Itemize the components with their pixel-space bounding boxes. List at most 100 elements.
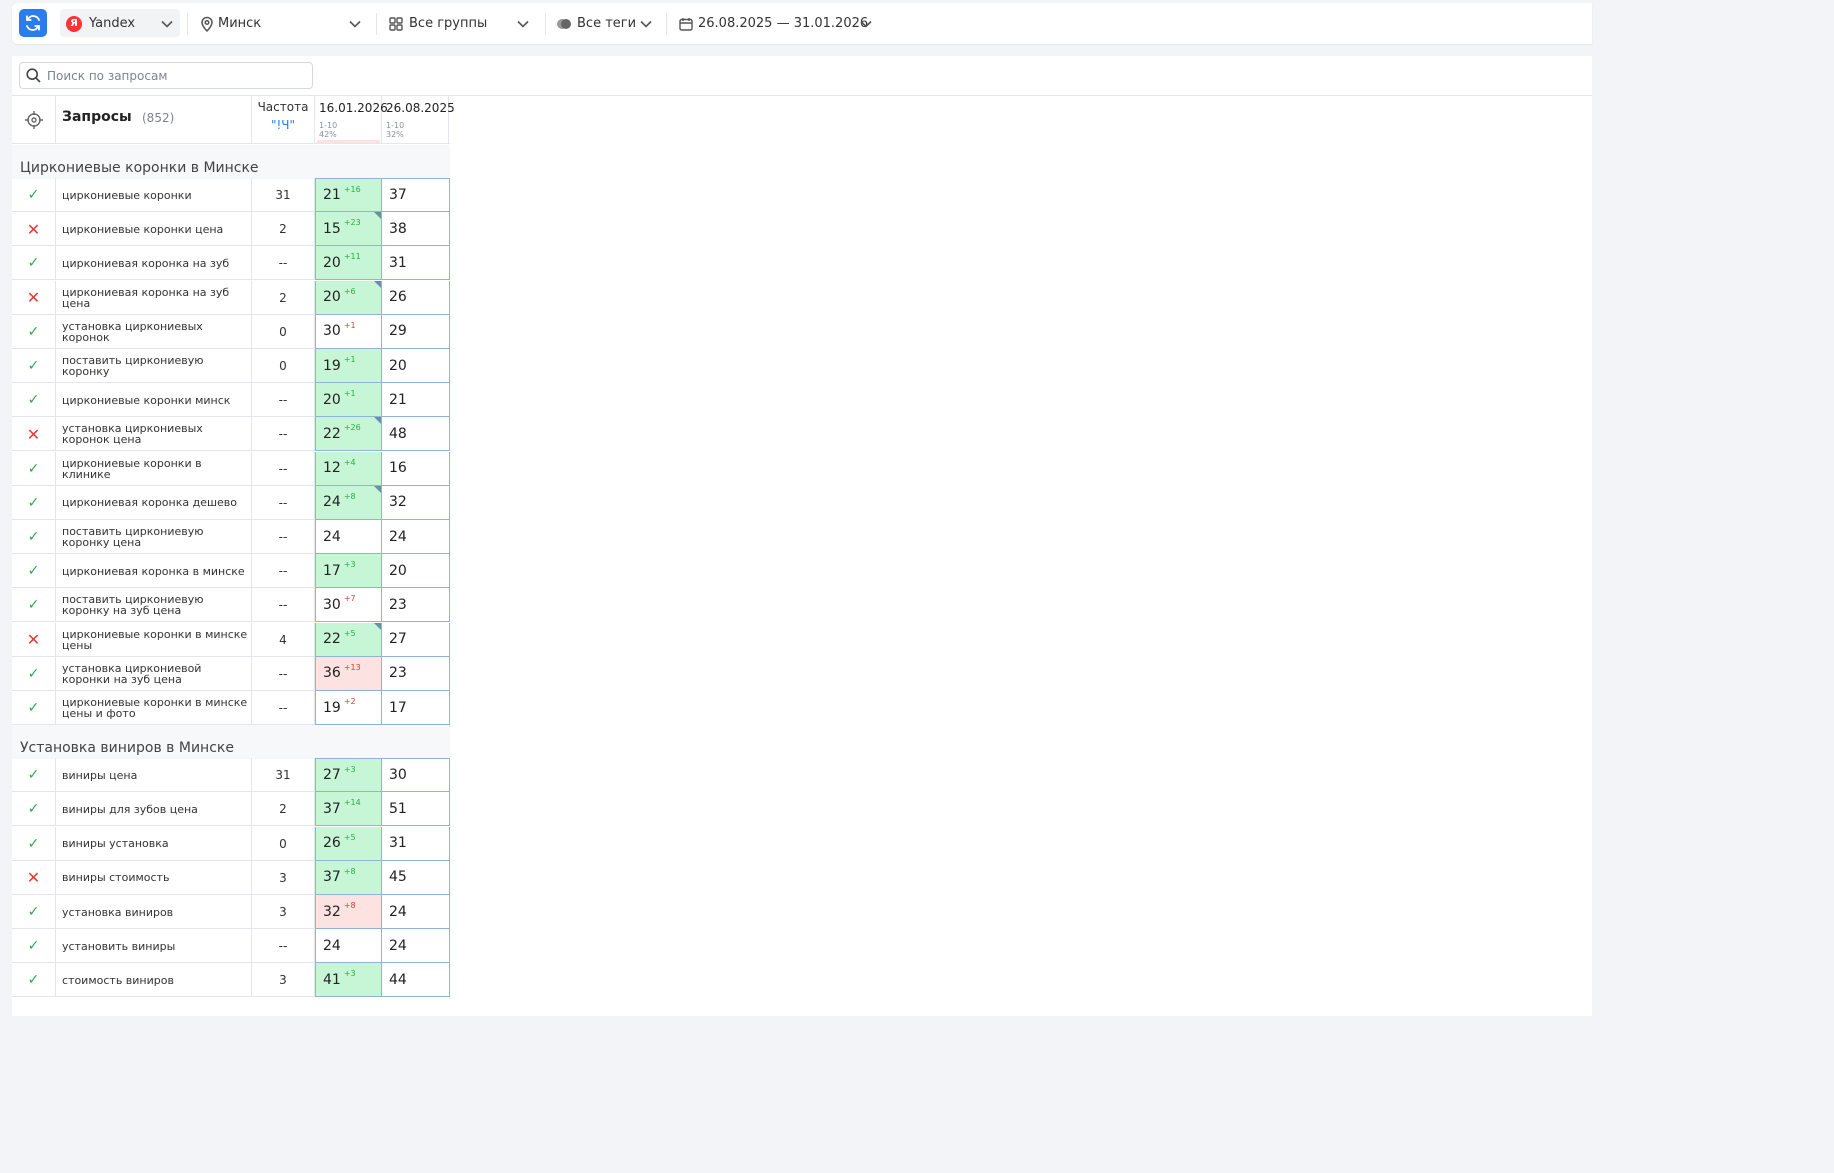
query-text[interactable]: стоимость виниров <box>62 963 248 997</box>
table-row[interactable]: ✓ установка циркониевой коронки на зуб це… <box>12 656 450 691</box>
chevron-down-icon[interactable] <box>160 17 174 31</box>
position-cell-previous[interactable]: 24 <box>382 929 450 964</box>
check-icon[interactable]: ✓ <box>12 963 56 998</box>
position-cell-current[interactable]: 24 +8 <box>315 485 382 520</box>
note-flag-icon[interactable] <box>374 280 381 288</box>
query-text[interactable]: поставить циркониевую коронку на зуб цен… <box>62 588 248 622</box>
position-cell-current[interactable]: 21 +16 <box>315 178 382 212</box>
check-icon[interactable]: ✓ <box>12 314 56 349</box>
note-flag-icon[interactable] <box>374 212 381 220</box>
position-cell-previous[interactable]: 24 <box>382 520 450 554</box>
table-row[interactable]: ✓ циркониевые коронки в минске цены и фот… <box>12 691 450 725</box>
position-cell-current[interactable]: 17 +3 <box>315 554 382 589</box>
position-cell-previous[interactable]: 26 <box>382 280 450 315</box>
frequency-column-header[interactable]: Частота "!Ч" <box>251 96 315 144</box>
query-text[interactable]: циркониевая коронка в минске <box>62 554 248 588</box>
position-cell-previous[interactable]: 21 <box>382 383 450 418</box>
position-cell-current[interactable]: 22 +26 <box>315 417 382 452</box>
table-row[interactable]: ✓ циркониевые коронки в клинике -- 12 +4 16 <box>12 451 450 486</box>
position-cell-current[interactable]: 24 <box>315 929 382 964</box>
position-cell-current[interactable]: 30 +1 <box>315 314 382 349</box>
region-select[interactable]: Минск <box>200 3 261 44</box>
group-header[interactable]: Установка виниров в Минске <box>12 725 450 760</box>
table-row[interactable]: ✓ виниры цена 31 27 +3 30 <box>12 758 450 793</box>
search-input[interactable] <box>47 68 297 83</box>
table-row[interactable]: ✕ установка циркониевых коронок цена -- 22 +… <box>12 417 450 452</box>
note-flag-icon[interactable] <box>374 485 381 493</box>
cross-icon[interactable]: ✕ <box>12 622 56 657</box>
chevron-down-icon[interactable] <box>348 17 362 31</box>
chevron-down-icon[interactable] <box>516 17 530 31</box>
query-text[interactable]: циркониевая коронка на зуб цена <box>62 281 248 315</box>
table-row[interactable]: ✓ установить виниры -- 24 24 <box>12 929 450 964</box>
frequency-type[interactable]: "!Ч" <box>252 118 314 132</box>
cross-icon[interactable]: ✕ <box>12 280 56 315</box>
position-cell-previous[interactable]: 23 <box>382 656 450 691</box>
position-cell-current[interactable]: 27 +3 <box>315 758 382 793</box>
check-icon[interactable]: ✓ <box>12 451 56 486</box>
position-cell-current[interactable]: 24 <box>315 520 382 554</box>
position-cell-current[interactable]: 36 +13 <box>315 656 382 691</box>
position-cell-previous[interactable]: 45 <box>382 860 450 895</box>
position-cell-previous[interactable]: 51 <box>382 792 450 827</box>
position-cell-previous[interactable]: 23 <box>382 588 450 623</box>
position-cell-previous[interactable]: 31 <box>382 246 450 281</box>
table-row[interactable]: ✓ виниры для зубов цена 2 37 +14 51 <box>12 792 450 827</box>
select-all-target[interactable] <box>12 96 56 144</box>
check-icon[interactable]: ✓ <box>12 758 56 793</box>
position-cell-current[interactable]: 22 +5 <box>315 622 382 657</box>
position-cell-previous[interactable]: 24 <box>382 895 450 929</box>
position-cell-previous[interactable]: 30 <box>382 758 450 793</box>
cross-icon[interactable]: ✕ <box>12 417 56 452</box>
query-text[interactable]: установка виниров <box>62 895 248 929</box>
position-cell-current[interactable]: 30 +7 <box>315 588 382 623</box>
position-cell-current[interactable]: 20 +11 <box>315 246 382 281</box>
check-icon[interactable]: ✓ <box>12 178 56 212</box>
table-row[interactable]: ✓ поставить циркониевую коронку 0 19 +1 20 <box>12 349 450 383</box>
check-icon[interactable]: ✓ <box>12 929 56 964</box>
table-row[interactable]: ✓ виниры установка 0 26 +5 31 <box>12 826 450 861</box>
position-cell-previous[interactable]: 44 <box>382 963 450 998</box>
date-column-header[interactable]: 16.01.2026 1-10 42% <box>315 96 388 144</box>
position-cell-previous[interactable]: 29 <box>382 314 450 349</box>
date-range-select[interactable]: 26.08.2025 — 31.01.2026 <box>679 3 868 44</box>
query-text[interactable]: виниры установка <box>62 827 248 861</box>
position-cell-current[interactable]: 20 +6 <box>315 280 382 315</box>
position-cell-previous[interactable]: 37 <box>382 178 450 212</box>
position-cell-previous[interactable]: 38 <box>382 212 450 247</box>
query-text[interactable]: циркониевые коронки минск <box>62 383 248 417</box>
check-icon[interactable]: ✓ <box>12 588 56 623</box>
group-header[interactable]: Циркониевые коронки в Минске <box>12 145 450 179</box>
query-text[interactable]: циркониевые коронки цена <box>62 212 248 246</box>
query-text[interactable]: виниры цена <box>62 758 248 792</box>
table-row[interactable]: ✕ циркониевая коронка на зуб цена 2 20 +6 26 <box>12 280 450 315</box>
query-text[interactable]: циркониевая коронка дешево <box>62 486 248 520</box>
position-cell-current[interactable]: 19 +1 <box>315 349 382 383</box>
check-icon[interactable]: ✓ <box>12 691 56 725</box>
check-icon[interactable]: ✓ <box>12 826 56 861</box>
query-text[interactable]: виниры стоимость <box>62 861 248 895</box>
position-cell-current[interactable]: 26 +5 <box>315 826 382 861</box>
table-row[interactable]: ✓ циркониевые коронки минск -- 20 +1 21 <box>12 383 450 418</box>
position-cell-current[interactable]: 37 +14 <box>315 792 382 827</box>
query-text[interactable]: циркониевые коронки <box>62 178 248 212</box>
check-icon[interactable]: ✓ <box>12 246 56 281</box>
position-cell-previous[interactable]: 20 <box>382 554 450 589</box>
query-text[interactable]: поставить циркониевую коронку цена <box>62 520 248 554</box>
table-row[interactable]: ✓ установка виниров 3 32 +8 24 <box>12 895 450 929</box>
cross-icon[interactable]: ✕ <box>12 212 56 247</box>
position-cell-current[interactable]: 19 +2 <box>315 691 382 725</box>
query-text[interactable]: установка циркониевых коронок <box>62 315 248 349</box>
table-row[interactable]: ✓ циркониевые коронки 31 21 +16 37 <box>12 178 450 212</box>
position-cell-previous[interactable]: 32 <box>382 485 450 520</box>
table-row[interactable]: ✓ циркониевая коронка на зуб -- 20 +11 31 <box>12 246 450 281</box>
check-icon[interactable]: ✓ <box>12 383 56 418</box>
position-cell-current[interactable]: 12 +4 <box>315 451 382 486</box>
position-cell-previous[interactable]: 48 <box>382 417 450 452</box>
check-icon[interactable]: ✓ <box>12 485 56 520</box>
position-cell-current[interactable]: 37 +8 <box>315 860 382 895</box>
check-icon[interactable]: ✓ <box>12 792 56 827</box>
position-cell-previous[interactable]: 31 <box>382 826 450 861</box>
query-text[interactable]: установить виниры <box>62 929 248 963</box>
position-cell-previous[interactable]: 16 <box>382 451 450 486</box>
